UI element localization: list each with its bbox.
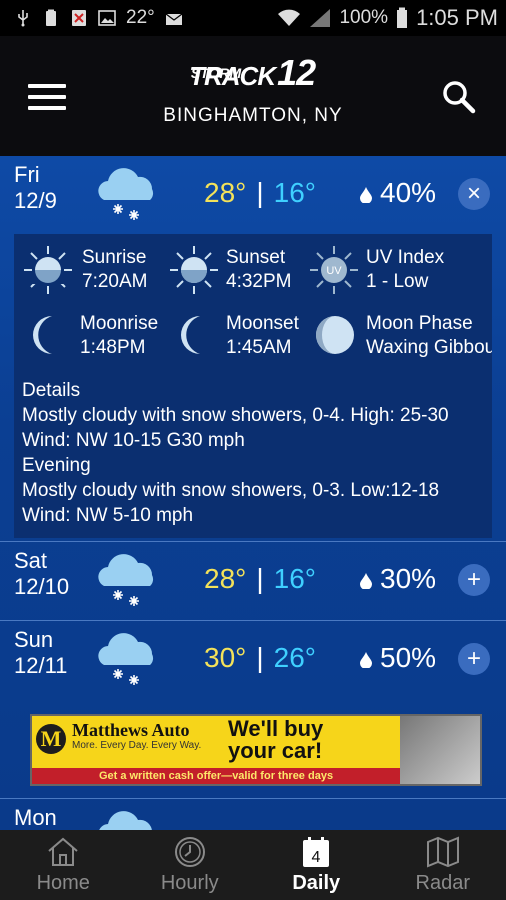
snow-cloud-icon <box>98 554 154 606</box>
bottom-nav: Home Hourly 4 Daily Radar <box>0 830 506 900</box>
ad-banner[interactable]: M Matthews Auto More. Every Day. Every W… <box>30 714 482 786</box>
day-name: Sat <box>14 548 48 573</box>
day-date: 12/10 <box>14 574 70 599</box>
sunrise: Sunrise 7:20AM <box>82 247 148 292</box>
raindrop-icon <box>360 572 372 589</box>
signal-icon <box>310 9 331 27</box>
moon-phase: Moon Phase Waxing Gibbous <box>366 313 492 358</box>
day-name: Fri <box>14 162 40 187</box>
snow-cloud-icon <box>98 168 154 220</box>
day-row-mon[interactable]: Mon <box>0 798 506 830</box>
nav-hourly[interactable]: Hourly <box>127 830 254 900</box>
moonset: Moonset 1:45AM <box>226 313 299 358</box>
temperature-range: 30° | 26° <box>204 642 316 673</box>
logo: STORMTRACK12 BINGHAMTON, NY <box>0 52 506 127</box>
moonset-icon <box>181 316 200 354</box>
daily-forecast-list[interactable]: Fri 12/9 28° | 16° 40% × Sunrise 7:20AM Sun… <box>0 156 506 830</box>
day-detail-panel: Sunrise 7:20AM Sunset 4:32PM UV UV Index 1 … <box>14 234 492 538</box>
brand-logo: STORMTRACK12 <box>189 52 316 93</box>
moon-phase-icon <box>316 316 354 354</box>
nav-home[interactable]: Home <box>0 830 127 900</box>
moonrise-icon <box>33 316 52 354</box>
raindrop-icon <box>360 651 372 668</box>
nav-radar[interactable]: Radar <box>380 830 506 900</box>
ad-photo <box>400 716 480 784</box>
sunset: Sunset 4:32PM <box>226 247 292 292</box>
high-temp: 28° <box>204 563 247 594</box>
snow-cloud-icon <box>98 633 154 685</box>
day-row-fri[interactable]: Fri 12/9 28° | 16° 40% × <box>0 156 506 234</box>
search-icon[interactable] <box>442 80 476 114</box>
day-name: Mon <box>14 805 57 830</box>
low-temp: 26° <box>273 642 316 673</box>
calendar-icon: 4 <box>303 837 330 867</box>
battery-full-icon <box>46 9 56 26</box>
usb-icon <box>18 10 28 27</box>
error-x-icon <box>72 10 86 26</box>
evening-heading: Evening <box>22 455 91 476</box>
collapse-button[interactable]: × <box>458 178 490 210</box>
sunset-icon <box>170 246 218 294</box>
battery-icon <box>397 7 408 28</box>
map-icon <box>426 836 459 868</box>
moonrise: Moonrise 1:48PM <box>80 313 159 358</box>
mail-icon <box>165 13 183 25</box>
day-date: 12/9 <box>14 188 57 213</box>
low-temp: 16° <box>273 177 316 208</box>
ad-tagline: More. Every Day. Every Way. <box>72 740 202 751</box>
high-temp: 28° <box>204 177 247 208</box>
day-date: 12/11 <box>14 653 68 678</box>
details-line: Mostly cloudy with snow showers, 0-4. Hi… <box>22 405 449 426</box>
sunrise-icon <box>24 246 72 294</box>
details-line: Mostly cloudy with snow showers, 0-3. Lo… <box>22 480 440 501</box>
app-header: STORMTRACK12 BINGHAMTON, NY <box>0 36 506 156</box>
image-icon <box>98 10 116 26</box>
precip-chance: 40% <box>360 176 436 210</box>
svg-text:UV: UV <box>326 265 342 277</box>
status-time: 1:05 PM <box>416 5 498 30</box>
temperature-range: 28° | 16° <box>204 177 316 208</box>
precip-chance: 50% <box>360 641 436 675</box>
high-temp: 30° <box>204 642 247 673</box>
ad-name: Matthews Auto <box>72 720 190 740</box>
day-row-sun[interactable]: Sun 12/11 30° | 26° 50% + <box>0 620 506 699</box>
wifi-icon <box>278 9 301 26</box>
low-temp: 16° <box>273 563 316 594</box>
ad-footer: Get a written cash offer—valid for three… <box>32 768 400 784</box>
expand-button[interactable]: + <box>458 564 490 596</box>
svg-text:4: 4 <box>312 849 321 866</box>
raindrop-icon <box>360 186 372 203</box>
expand-button[interactable]: + <box>458 643 490 675</box>
location-label: BINGHAMTON, NY <box>163 105 343 126</box>
clock-icon <box>174 837 205 867</box>
details-line: Wind: NW 10-15 G30 mph <box>22 430 245 451</box>
uv-index: UV Index 1 - Low <box>366 247 445 292</box>
home-icon <box>48 837 78 866</box>
snow-cloud-icon <box>99 811 152 830</box>
details-heading: Details <box>22 380 81 401</box>
day-row-sat[interactable]: Sat 12/10 28° | 16° 30% + <box>0 541 506 620</box>
status-bar: 22° 100% 1:05 PM <box>0 0 506 36</box>
battery-percent: 100% <box>339 7 389 28</box>
details-line: Wind: NW 5-10 mph <box>22 505 194 526</box>
status-temperature: 22° <box>126 7 155 28</box>
uv-index-icon: UV <box>310 246 358 294</box>
ad-headline: We'll buy your car! <box>228 716 324 763</box>
ad-logo: M <box>36 724 66 754</box>
nav-daily[interactable]: 4 Daily <box>253 830 380 900</box>
precip-chance: 30% <box>360 562 436 596</box>
temperature-range: 28° | 16° <box>204 563 316 594</box>
forecast-details: Details Mostly cloudy with snow showers,… <box>22 378 492 528</box>
day-name: Sun <box>14 627 54 652</box>
